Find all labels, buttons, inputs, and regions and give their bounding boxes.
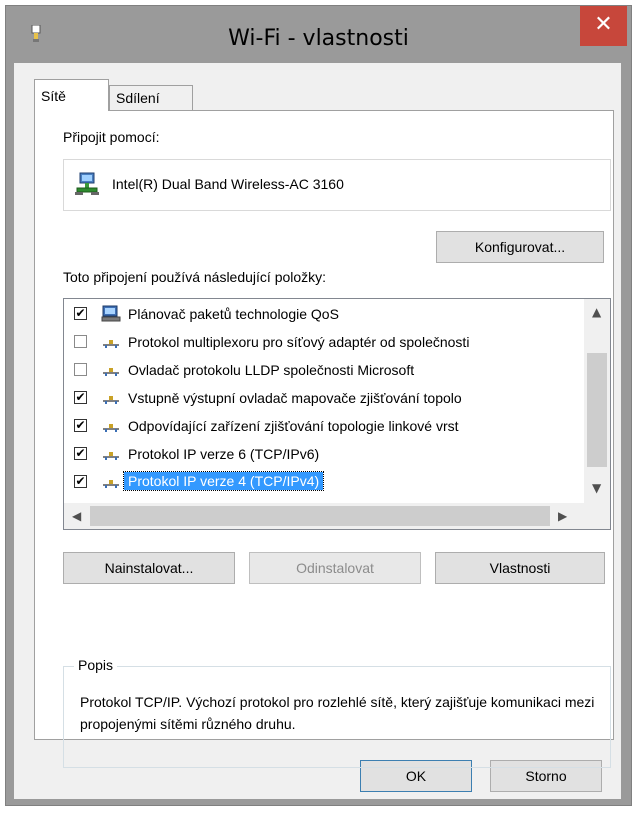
close-button[interactable]: ✕: [580, 6, 627, 46]
item-checkbox[interactable]: [74, 363, 87, 376]
description-text: Protokol TCP/IP. Výchozí protokol pro ro…: [80, 694, 595, 732]
tab-site[interactable]: Sítě: [34, 79, 109, 111]
dialog-window: Wi-Fi - vlastnosti ✕ Sítě Sdílení Připoj…: [5, 5, 632, 806]
properties-button[interactable]: Vlastnosti: [435, 552, 605, 584]
protocol-icon: [103, 396, 119, 404]
scroll-down-icon[interactable]: ▼: [592, 481, 601, 495]
tab-panel: Připojit pomocí: Intel(R) Dual Band Wire…: [34, 110, 614, 768]
configure-button[interactable]: Konfigurovat...: [436, 231, 604, 263]
item-label: Protokol multiplexoru pro síťový adaptér…: [128, 334, 470, 350]
item-checkbox[interactable]: ✔: [74, 475, 87, 488]
horizontal-scrollbar[interactable]: ◀ ▶: [64, 503, 610, 529]
uninstall-button[interactable]: Odinstalovat: [249, 552, 421, 584]
description-title: Popis: [74, 657, 118, 673]
list-item[interactable]: ✔ Odpovídající zařízení zjišťování topol…: [64, 413, 585, 441]
vertical-scroll-thumb[interactable]: [587, 353, 607, 467]
item-checkbox[interactable]: ✔: [74, 419, 87, 432]
item-label: Odpovídající zařízení zjišťování topolog…: [128, 418, 459, 434]
protocol-icon: [103, 368, 119, 376]
protocol-icon: [103, 480, 119, 488]
list-item[interactable]: ✔ Vstupně výstupní ovladač mapovače zjiš…: [64, 385, 585, 413]
scroll-up-icon[interactable]: ▲: [592, 305, 601, 319]
adapter-box: Intel(R) Dual Band Wireless-AC 3160: [63, 159, 611, 211]
qos-icon: [101, 305, 121, 322]
scroll-left-icon[interactable]: ◀: [72, 509, 81, 523]
item-label: Vstupně výstupní ovladač mapovače zjišťo…: [128, 390, 462, 406]
tab-label: Sítě: [41, 88, 66, 104]
items-label: Toto připojení používá následující polož…: [63, 269, 327, 285]
item-label: Plánovač paketů technologie QoS: [128, 306, 339, 322]
protocol-icon: [103, 424, 119, 432]
list-item-selected[interactable]: ✔ Protokol IP verze 4 (TCP/IPv4): [64, 469, 585, 497]
network-adapter-icon: [75, 172, 99, 195]
vertical-scrollbar[interactable]: ▲ ▼: [584, 299, 610, 503]
tab-sdileni[interactable]: Sdílení: [109, 85, 193, 111]
window-title: Wi-Fi - vlastnosti: [228, 26, 409, 51]
item-label: Protokol IP verze 4 (TCP/IPv4): [122, 471, 325, 491]
list-item[interactable]: ✔ Protokol IP verze 6 (TCP/IPv6): [64, 441, 585, 469]
list-item[interactable]: Ovladač protokolu LLDP společnosti Micro…: [64, 357, 585, 385]
adapter-name: Intel(R) Dual Band Wireless-AC 3160: [112, 176, 344, 192]
description-group: Popis Protokol TCP/IP. Výchozí protokol …: [63, 657, 611, 768]
items-list[interactable]: ✔ Plánovač paketů technologie QoS Protok…: [63, 298, 611, 530]
item-checkbox[interactable]: ✔: [74, 307, 87, 320]
scroll-right-icon[interactable]: ▶: [558, 509, 567, 523]
protocol-icon: [103, 340, 119, 348]
item-checkbox[interactable]: ✔: [74, 447, 87, 460]
list-item[interactable]: ✔ Plánovač paketů technologie QoS: [64, 301, 585, 329]
item-checkbox[interactable]: ✔: [74, 391, 87, 404]
list-item[interactable]: Protokol multiplexoru pro síťový adaptér…: [64, 329, 585, 357]
close-icon: ✕: [594, 12, 613, 37]
tab-label: Sdílení: [116, 90, 160, 106]
item-label: Protokol IP verze 6 (TCP/IPv6): [128, 446, 320, 462]
title-bar[interactable]: Wi-Fi - vlastnosti ✕: [6, 6, 631, 63]
horizontal-scroll-thumb[interactable]: [90, 506, 550, 526]
item-checkbox[interactable]: [74, 335, 87, 348]
install-button[interactable]: Nainstalovat...: [63, 552, 235, 584]
dialog-client: Sítě Sdílení Připojit pomocí: Intel(R) D…: [14, 63, 621, 799]
connect-using-label: Připojit pomocí:: [63, 129, 160, 145]
item-label: Ovladač protokolu LLDP společnosti Micro…: [128, 362, 415, 378]
protocol-icon: [103, 452, 119, 460]
